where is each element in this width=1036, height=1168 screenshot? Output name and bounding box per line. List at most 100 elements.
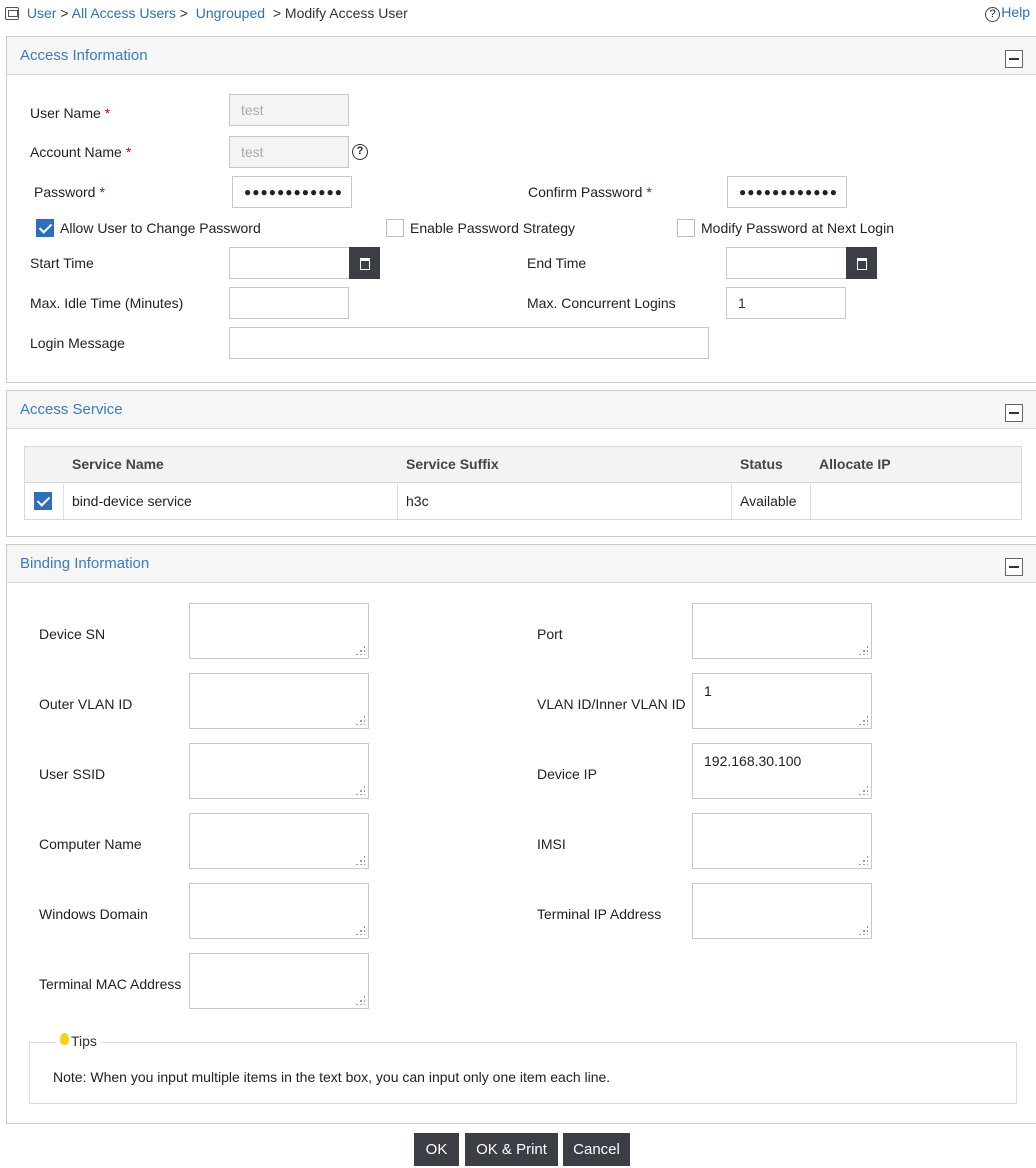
- table-header-row: Service Name Service Suffix Status Alloc…: [25, 447, 1021, 483]
- computer-name-textarea[interactable]: [189, 813, 369, 869]
- help-label: Help: [1001, 4, 1030, 20]
- tips-legend: Tips: [56, 1033, 101, 1049]
- password-label: Password *: [34, 184, 105, 200]
- service-name-cell: bind-device service: [72, 493, 192, 509]
- windows-domain-textarea[interactable]: [189, 883, 369, 939]
- access-information-panel: Access Information User Name * test Accou…: [6, 36, 1036, 383]
- tips-title: Tips: [71, 1033, 97, 1049]
- help-link[interactable]: ? Help: [985, 4, 1030, 22]
- start-time-label: Start Time: [30, 255, 94, 271]
- resize-grip-icon[interactable]: [355, 785, 365, 795]
- column-divider: [810, 483, 811, 519]
- required-mark: *: [125, 144, 132, 160]
- resize-grip-icon[interactable]: [355, 645, 365, 655]
- access-service-title: Access Service: [20, 401, 123, 418]
- account-name-label-text: Account Name: [30, 144, 122, 160]
- imsi-label: IMSI: [537, 836, 566, 852]
- access-information-title: Access Information: [20, 47, 148, 64]
- binding-information-title: Binding Information: [20, 555, 150, 572]
- password-input[interactable]: ●●●●●●●●●●●●: [232, 176, 352, 208]
- breadcrumb-user-link[interactable]: User: [27, 5, 57, 21]
- question-icon[interactable]: ?: [352, 144, 368, 160]
- collapse-binding-information-button[interactable]: [1005, 558, 1023, 576]
- modify-password-next-login-checkbox[interactable]: [677, 219, 695, 237]
- ok-button[interactable]: OK: [414, 1133, 459, 1166]
- confirm-password-input[interactable]: ●●●●●●●●●●●●: [727, 176, 847, 208]
- windows-domain-label: Windows Domain: [39, 906, 148, 922]
- user-ssid-textarea[interactable]: [189, 743, 369, 799]
- service-row-checkbox[interactable]: [34, 492, 52, 510]
- resize-grip-icon[interactable]: [858, 855, 868, 865]
- cancel-button[interactable]: Cancel: [563, 1133, 630, 1166]
- user-ssid-label: User SSID: [39, 766, 106, 782]
- access-service-table: Service Name Service Suffix Status Alloc…: [24, 446, 1022, 520]
- vlan-inner-vlan-id-value: 1: [704, 683, 712, 699]
- allow-change-password-label: Allow User to Change Password: [60, 220, 261, 236]
- device-ip-label: Device IP: [537, 766, 597, 782]
- binding-information-panel: Binding Information Device SN Port Outer…: [6, 544, 1036, 1124]
- port-textarea[interactable]: [692, 603, 872, 659]
- max-concurrent-logins-input[interactable]: 1: [726, 287, 846, 319]
- breadcrumb-separator: >: [60, 5, 69, 21]
- terminal-mac-address-label: Terminal MAC Address: [39, 976, 182, 992]
- column-header-service-name[interactable]: Service Name: [72, 456, 164, 472]
- terminal-ip-address-textarea[interactable]: [692, 883, 872, 939]
- breadcrumb-ungrouped-link[interactable]: Ungrouped: [196, 5, 265, 21]
- max-idle-time-label: Max. Idle Time (Minutes): [30, 295, 184, 311]
- resize-grip-icon[interactable]: [355, 925, 365, 935]
- ok-print-button[interactable]: OK & Print: [465, 1133, 558, 1166]
- column-header-allocate-ip[interactable]: Allocate IP: [819, 456, 891, 472]
- resize-grip-icon[interactable]: [858, 645, 868, 655]
- device-ip-textarea[interactable]: 192.168.30.100: [692, 743, 872, 799]
- resize-grip-icon[interactable]: [355, 855, 365, 865]
- breadcrumb-separator: >: [179, 5, 188, 21]
- end-time-input[interactable]: [726, 247, 847, 279]
- binding-information-header: Binding Information: [7, 545, 1036, 583]
- access-service-panel: Access Service Service Name Service Suff…: [6, 390, 1036, 537]
- access-information-header: Access Information: [7, 37, 1036, 75]
- resize-grip-icon[interactable]: [355, 995, 365, 1005]
- collapse-access-service-button[interactable]: [1005, 404, 1023, 422]
- computer-name-label: Computer Name: [39, 836, 142, 852]
- password-label-text: Password: [34, 184, 96, 200]
- device-sn-label: Device SN: [39, 626, 106, 642]
- column-header-status[interactable]: Status: [740, 456, 783, 472]
- collapse-access-information-button[interactable]: [1005, 50, 1023, 68]
- service-suffix-cell: h3c: [406, 493, 429, 509]
- max-idle-time-input[interactable]: [229, 287, 349, 319]
- user-name-input[interactable]: test: [229, 94, 349, 126]
- start-time-input[interactable]: [229, 247, 350, 279]
- status-cell: Available: [740, 493, 797, 509]
- breadcrumb: User > All Access Users > Ungrouped > Mo…: [5, 5, 408, 21]
- help-icon: ?: [985, 7, 1001, 22]
- modify-password-next-login-label: Modify Password at Next Login: [701, 220, 894, 236]
- resize-grip-icon[interactable]: [355, 715, 365, 725]
- table-row[interactable]: bind-device service h3c Available: [25, 483, 1021, 519]
- resize-grip-icon[interactable]: [858, 715, 868, 725]
- terminal-mac-address-textarea[interactable]: [189, 953, 369, 1009]
- outer-vlan-id-textarea[interactable]: [189, 673, 369, 729]
- account-name-input[interactable]: test: [229, 136, 349, 168]
- confirm-password-label: Confirm Password *: [528, 184, 652, 200]
- device-sn-textarea[interactable]: [189, 603, 369, 659]
- start-time-calendar-icon[interactable]: [349, 247, 380, 279]
- imsi-textarea[interactable]: [692, 813, 872, 869]
- tips-text: Note: When you input multiple items in t…: [53, 1069, 611, 1085]
- user-name-label: User Name *: [30, 105, 110, 121]
- breadcrumb-separator: >: [272, 5, 282, 21]
- max-concurrent-logins-label: Max. Concurrent Logins: [527, 295, 676, 311]
- enable-password-strategy-checkbox[interactable]: [386, 219, 404, 237]
- column-divider: [397, 483, 398, 519]
- tips-box: Tips Note: When you input multiple items…: [29, 1033, 1017, 1104]
- column-header-service-suffix[interactable]: Service Suffix: [406, 456, 499, 472]
- resize-grip-icon[interactable]: [858, 925, 868, 935]
- vlan-inner-vlan-id-textarea[interactable]: 1: [692, 673, 872, 729]
- resize-grip-icon[interactable]: [858, 785, 868, 795]
- login-message-input[interactable]: [229, 327, 709, 359]
- breadcrumb-all-access-users-link[interactable]: All Access Users: [72, 5, 176, 21]
- allow-change-password-checkbox[interactable]: [36, 219, 54, 237]
- end-time-calendar-icon[interactable]: [846, 247, 877, 279]
- access-service-header: Access Service: [7, 391, 1036, 429]
- outer-vlan-id-label: Outer VLAN ID: [39, 696, 133, 712]
- column-divider: [63, 483, 64, 519]
